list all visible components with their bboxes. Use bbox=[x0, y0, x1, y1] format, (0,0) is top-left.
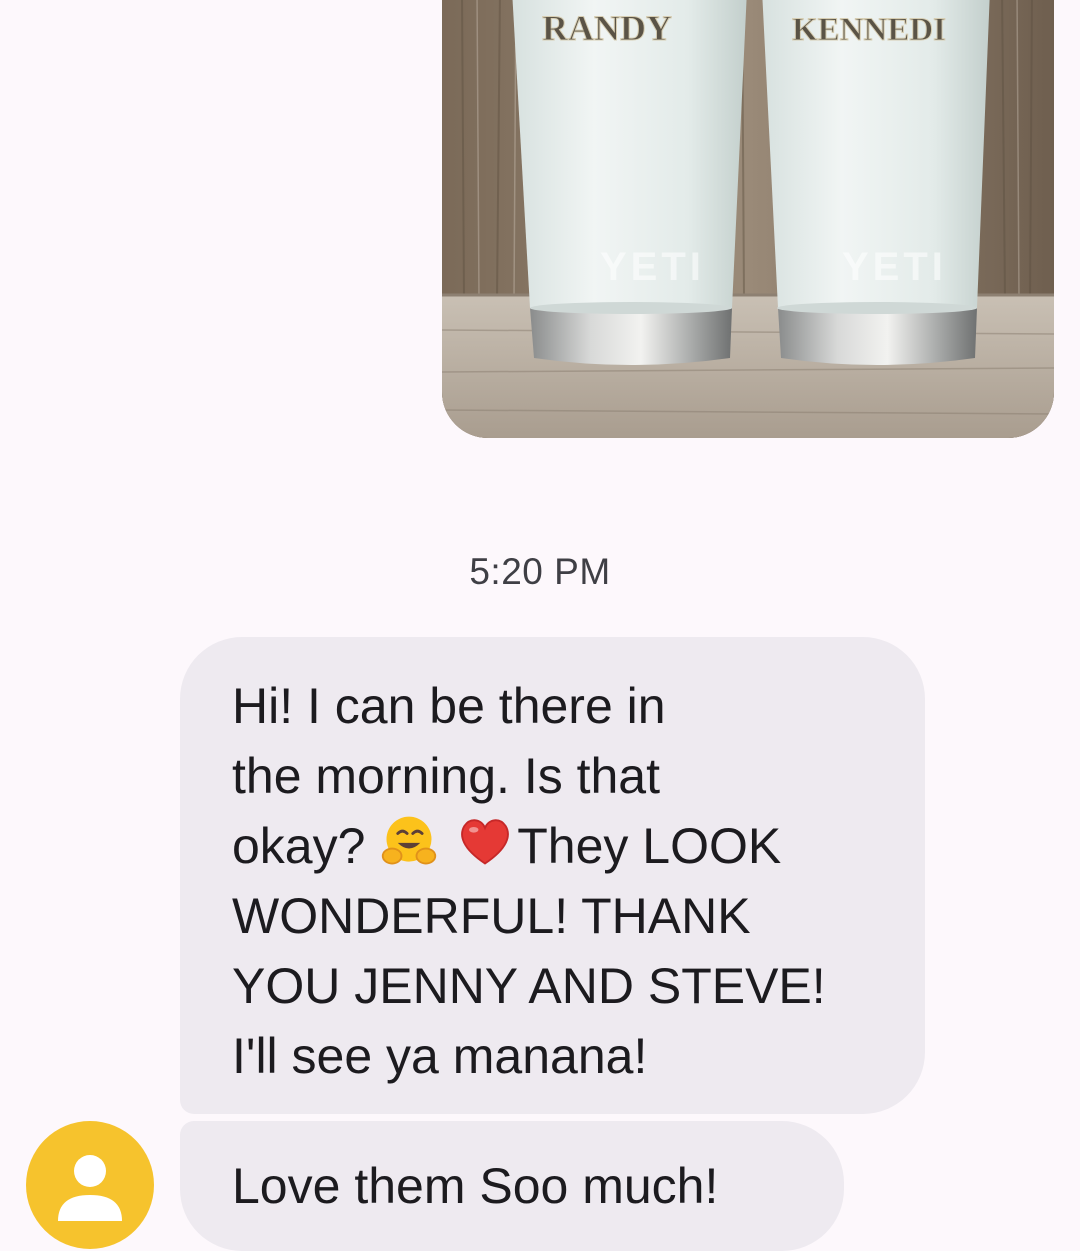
incoming-message-bubble[interactable]: Love them Soo much! bbox=[180, 1121, 844, 1251]
conversation-view: YETI YETI RANDY KENNEDI 5:20 PM Hi! I ca… bbox=[0, 0, 1080, 1251]
sent-photo-message[interactable]: YETI YETI RANDY KENNEDI bbox=[442, 0, 1054, 438]
message-text: They LOOK bbox=[517, 818, 782, 874]
message-line: WONDERFUL! THANK bbox=[232, 888, 751, 944]
message-line-with-emoji: okay? They LOOK bbox=[232, 811, 885, 881]
message-line: YOU JENNY AND STEVE! bbox=[232, 958, 826, 1014]
tumbler-name-randy: RANDY bbox=[542, 8, 672, 48]
tumbler-name-kennedi: KENNEDI bbox=[792, 12, 946, 48]
message-text: Love them Soo much! bbox=[232, 1158, 719, 1214]
incoming-message-bubble[interactable]: Hi! I can be there in the morning. Is th… bbox=[180, 637, 925, 1114]
hugging-face-emoji bbox=[382, 816, 437, 865]
message-line: Hi! I can be there in bbox=[232, 678, 666, 734]
message-text: okay? bbox=[232, 818, 380, 874]
message-line: I'll see ya manana! bbox=[232, 1028, 648, 1084]
yeti-mark-left: YETI bbox=[600, 245, 705, 289]
yeti-mark-right: YETI bbox=[842, 245, 947, 289]
contact-avatar[interactable] bbox=[26, 1121, 154, 1249]
person-icon bbox=[58, 1155, 122, 1221]
message-timestamp: 5:20 PM bbox=[469, 551, 611, 592]
message-line: the morning. Is that bbox=[232, 748, 661, 804]
tumblers-photo: YETI YETI RANDY KENNEDI bbox=[442, 0, 1054, 438]
red-heart-emoji bbox=[461, 819, 510, 865]
